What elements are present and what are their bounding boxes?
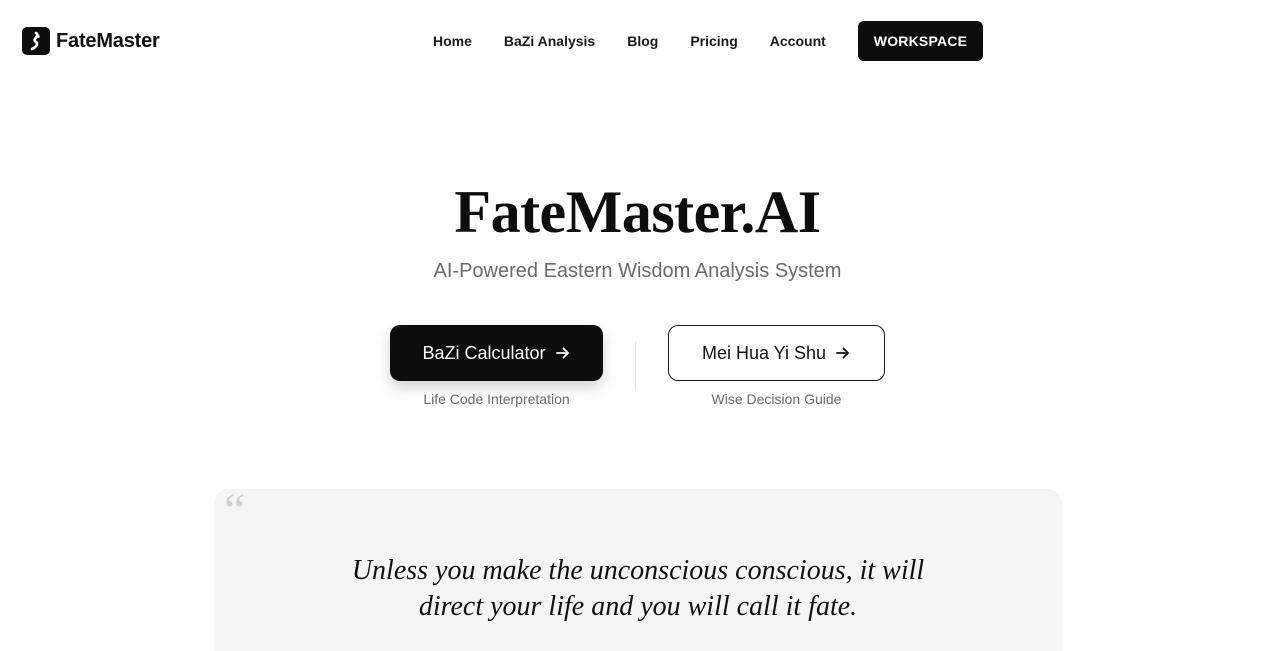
mei-hua-yi-shu-label: Mei Hua Yi Shu: [701, 342, 827, 363]
workspace-button[interactable]: WORKSPACE: [857, 21, 984, 61]
site-header: FateMaster Home BaZi Analysis Blog Prici…: [0, 0, 1275, 82]
main-nav: Home BaZi Analysis Blog Pricing Account …: [417, 21, 984, 61]
yin-yang-curve-icon: [22, 27, 50, 55]
nav-home[interactable]: Home: [417, 33, 488, 49]
hero-subtitle: AI-Powered Eastern Wisdom Analysis Syste…: [433, 260, 842, 282]
mei-hua-yi-shu-caption: Wise Decision Guide: [711, 391, 842, 407]
quote-line: Unless you make the unconscious consciou…: [351, 555, 925, 586]
hero-title: FateMaster.AI: [454, 179, 821, 245]
arrow-right-icon: [555, 345, 571, 361]
quote-text: Unless you make the unconscious consciou…: [214, 553, 1062, 625]
cta-divider: [635, 342, 636, 390]
nav-pricing[interactable]: Pricing: [674, 33, 753, 49]
bazi-calculator-caption: Life Code Interpretation: [423, 391, 570, 407]
bazi-calculator-label: BaZi Calculator: [422, 342, 546, 363]
arrow-right-icon: [835, 345, 851, 361]
nav-account[interactable]: Account: [754, 33, 842, 49]
quote-mark-icon: “: [224, 484, 246, 537]
brand-name: FateMaster: [56, 29, 160, 52]
bazi-calculator-button[interactable]: BaZi Calculator: [390, 325, 603, 381]
mei-hua-yi-shu-button[interactable]: Mei Hua Yi Shu: [668, 325, 885, 381]
nav-blog[interactable]: Blog: [611, 33, 674, 49]
nav-bazi-analysis[interactable]: BaZi Analysis: [488, 33, 611, 49]
quote-card: “ Unless you make the unconscious consci…: [214, 484, 1062, 651]
page: FateMaster Home BaZi Analysis Blog Prici…: [0, 0, 1275, 651]
quote-line: direct your life and you will call it fa…: [418, 591, 858, 622]
brand-link[interactable]: FateMaster: [22, 27, 160, 55]
